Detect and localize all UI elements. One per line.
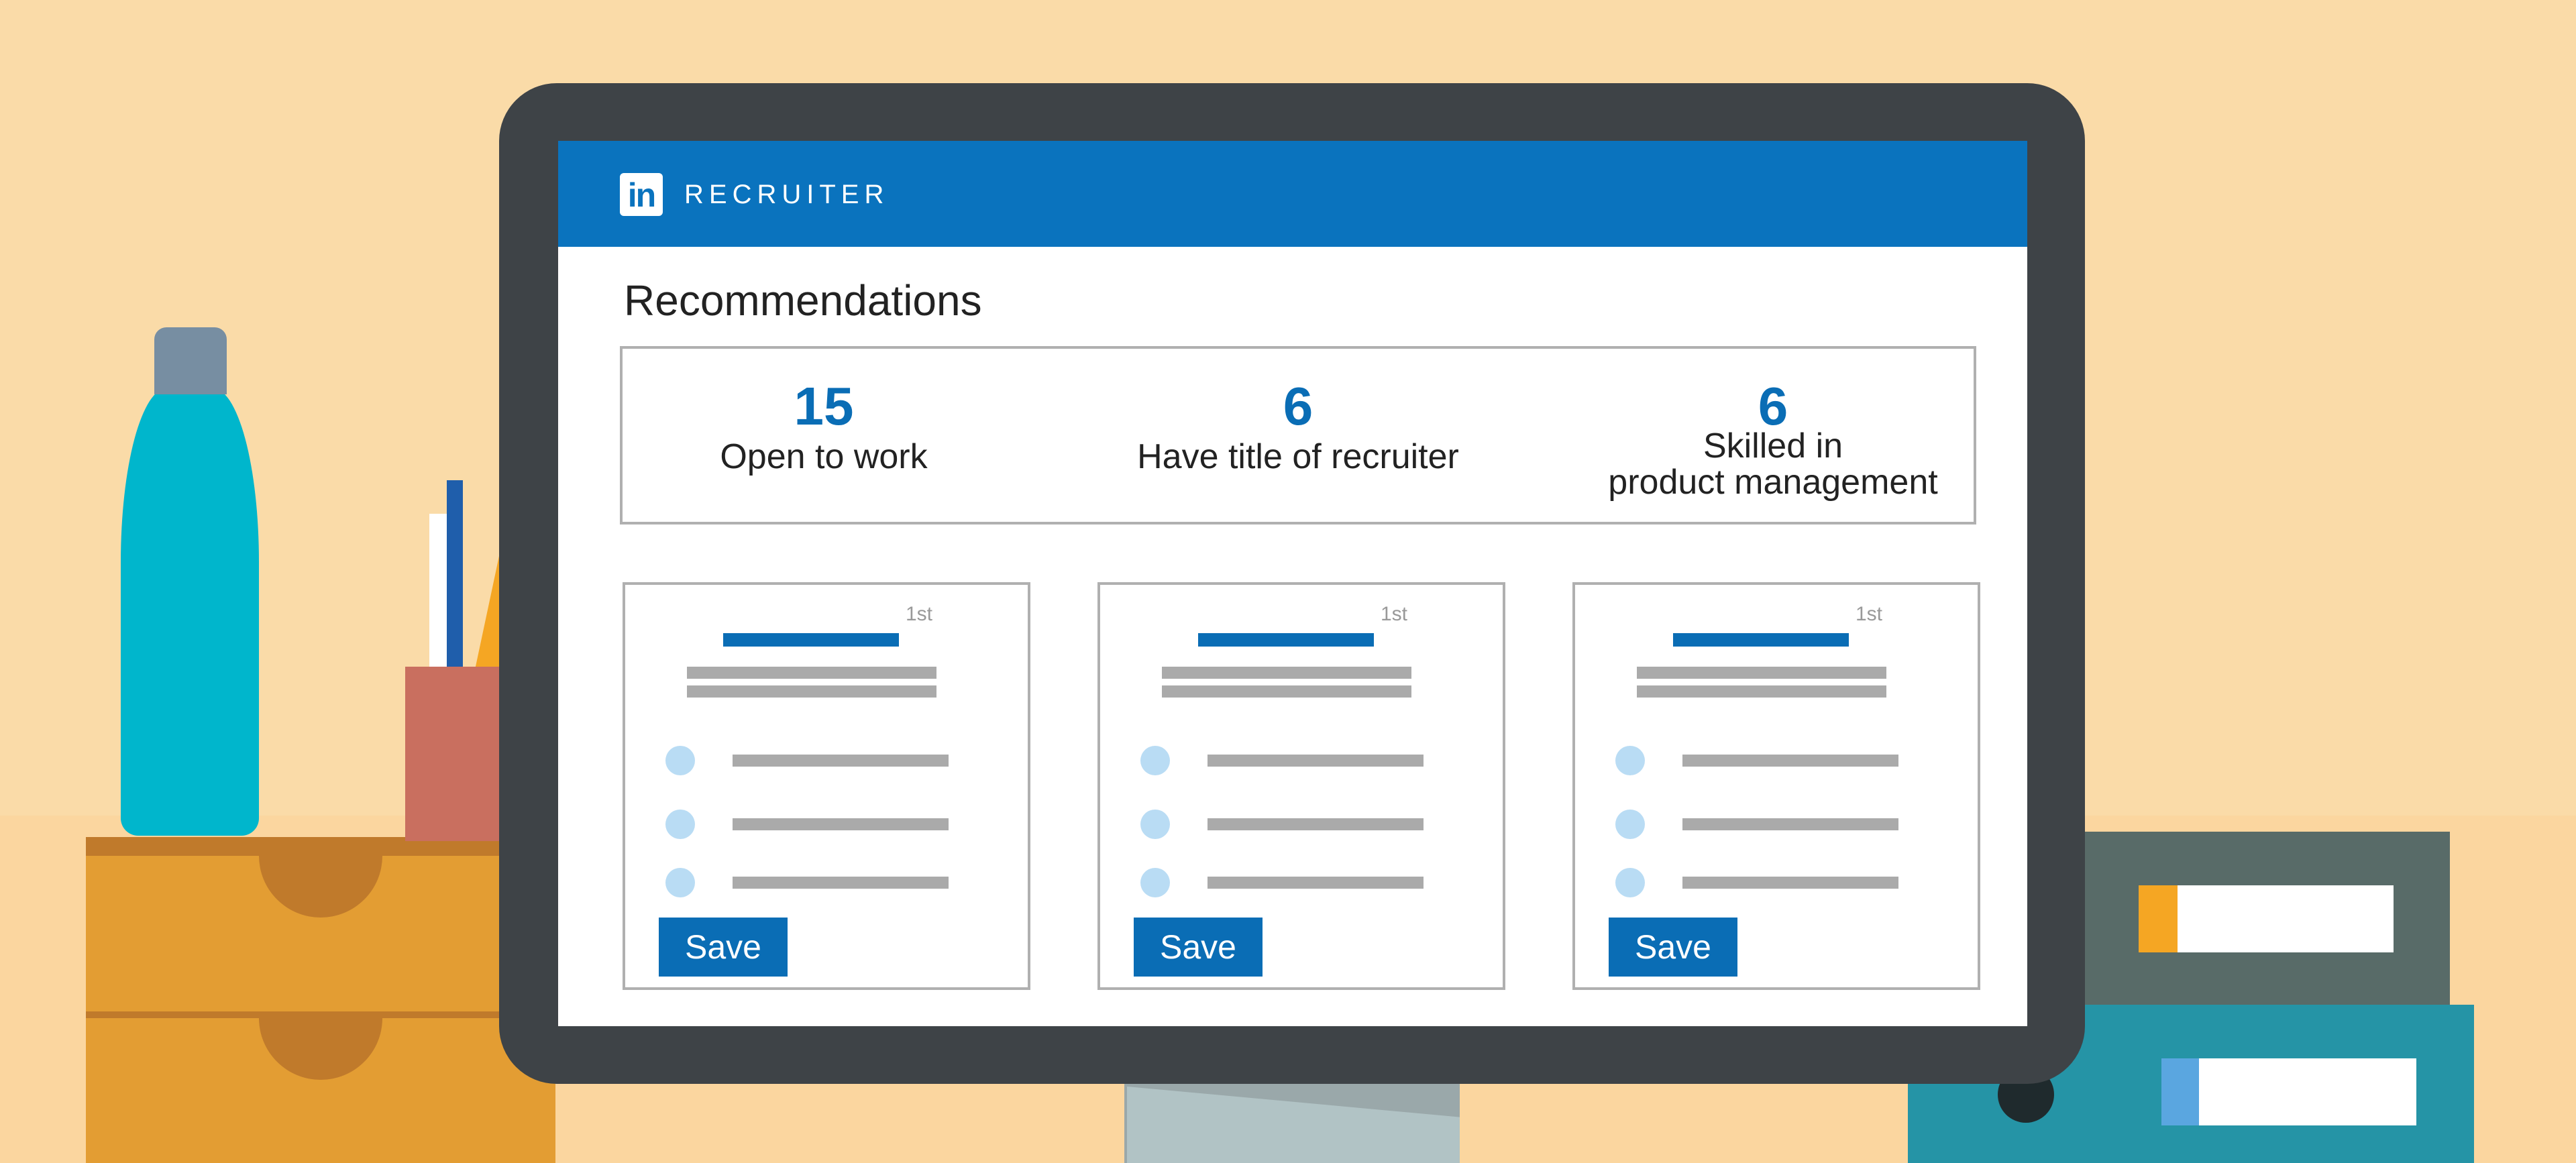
bullet-dot-icon [1140,810,1170,839]
binder-bottom-tab [2161,1058,2199,1125]
save-button[interactable]: Save [1609,918,1737,977]
linkedin-logo-icon[interactable]: in [620,173,663,216]
candidate-headline-placeholder [687,667,936,679]
detail-line-placeholder [1208,755,1424,767]
pencil-blue [447,480,463,675]
bullet-dot-icon [1140,868,1170,897]
detail-line-placeholder [1208,818,1424,830]
stat-label: Skilled in product management [1572,428,1974,500]
stat-title-recruiter[interactable]: 6 Have title of recruiter [1097,349,1499,527]
bullet-dot-icon [665,810,695,839]
app-header: in RECRUITER [558,141,2027,247]
candidate-card[interactable]: 1st Save [1097,582,1505,990]
bullet-dot-icon [1140,746,1170,775]
water-bottle-cap [154,327,227,394]
bullet-dot-icon [1615,868,1645,897]
stat-label: Open to work [720,437,928,476]
candidate-subtitle-placeholder [1637,685,1886,698]
pencil-white [429,514,447,675]
connection-degree-badge: 1st [1381,603,1408,625]
binder-bottom-label [2161,1058,2416,1125]
detail-line-placeholder [1682,755,1898,767]
stat-label-line1: Skilled in [1703,427,1843,465]
bullet-dot-icon [1615,746,1645,775]
binder-top-tab [2139,885,2178,952]
stat-skilled-product-management[interactable]: 6 Skilled in product management [1572,349,1974,527]
candidate-name-placeholder [1198,633,1374,647]
page-title: Recommendations [624,276,982,325]
bullet-dot-icon [1615,810,1645,839]
save-button[interactable]: Save [1134,918,1263,977]
candidate-name-placeholder [723,633,899,647]
stat-value: 15 [794,376,854,436]
monitor-screen: in RECRUITER Recommendations 15 Open to … [558,141,2027,1026]
stat-label: Have title of recruiter [1137,437,1459,476]
bullet-dot-icon [665,746,695,775]
candidate-subtitle-placeholder [1162,685,1411,698]
stat-label-line2: product management [1608,463,1938,502]
detail-line-placeholder [733,755,949,767]
water-bottle [121,388,259,836]
candidate-card[interactable]: 1st Save [623,582,1030,990]
detail-line-placeholder [1682,877,1898,889]
connection-degree-badge: 1st [906,603,933,625]
bullet-dot-icon [665,868,695,897]
candidate-headline-placeholder [1637,667,1886,679]
candidate-card[interactable]: 1st Save [1572,582,1980,990]
product-name: RECRUITER [684,180,890,209]
detail-line-placeholder [733,877,949,889]
detail-line-placeholder [733,818,949,830]
stats-panel: 15 Open to work 6 Have title of recruite… [620,346,1976,524]
candidate-headline-placeholder [1162,667,1411,679]
stat-value: 6 [1283,376,1313,436]
candidate-name-placeholder [1673,633,1849,647]
cabinet-divider [86,1011,555,1018]
detail-line-placeholder [1682,818,1898,830]
candidate-subtitle-placeholder [687,685,936,698]
save-button[interactable]: Save [659,918,788,977]
detail-line-placeholder [1208,877,1424,889]
stat-open-to-work[interactable]: 15 Open to work [623,349,1025,527]
connection-degree-badge: 1st [1856,603,1883,625]
